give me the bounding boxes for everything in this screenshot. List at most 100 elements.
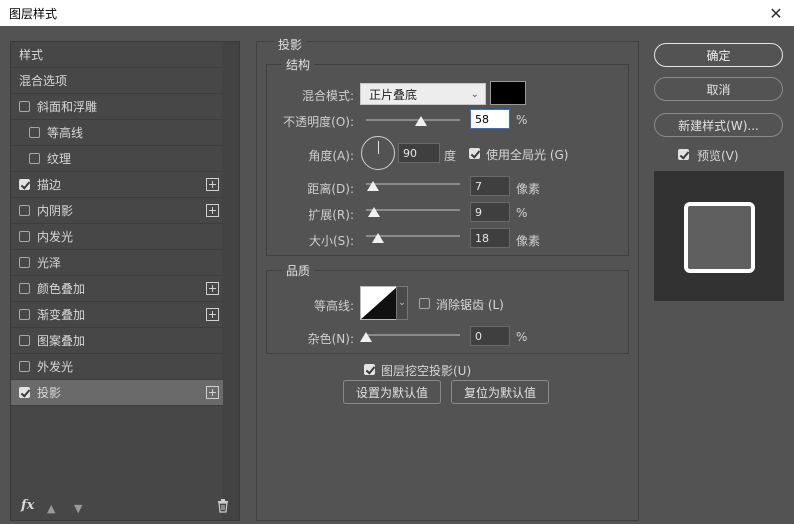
cancel-button[interactable]: 取消 [654,77,783,101]
style-item-checkbox[interactable] [19,361,30,372]
reset-default-button[interactable]: 复位为默认值 [451,380,549,404]
style-item[interactable]: 内阴影 [11,198,223,224]
ok-button[interactable]: 确定 [654,43,783,67]
new-style-button[interactable]: 新建样式(W)... [654,113,783,137]
trash-icon[interactable] [217,499,229,513]
style-item-checkbox[interactable] [19,283,30,294]
size-slider-thumb[interactable] [372,233,384,243]
section-title: 投影 [274,36,307,53]
spread-label: 扩展(R): [308,208,354,222]
global-light-checkbox[interactable] [469,148,480,159]
style-item[interactable]: 描边 [11,172,223,198]
style-item-label: 等高线 [47,126,84,140]
opacity-label: 不透明度(O): [283,115,354,129]
size-unit: 像素 [516,234,541,248]
noise-slider[interactable] [366,334,460,336]
style-item[interactable]: 纹理 [11,146,223,172]
spread-input[interactable]: 9 [470,202,510,222]
preview-label: 预览(V) [697,149,739,163]
style-item[interactable]: 图案叠加 [11,328,223,354]
style-item-label: 样式 [19,48,44,62]
style-item[interactable]: 内发光 [11,224,223,250]
preview-square [684,202,755,273]
style-item-label: 外发光 [37,360,74,374]
knockout-label: 图层挖空投影(U) [381,364,472,378]
opacity-slider-thumb[interactable] [415,116,427,126]
add-style-icon[interactable] [206,204,219,217]
shadow-color-swatch[interactable] [490,81,526,105]
style-item-label: 颜色叠加 [37,282,86,296]
add-style-icon[interactable] [206,282,219,295]
style-item-checkbox[interactable] [29,153,40,164]
style-item-checkbox[interactable] [19,101,30,112]
style-item-checkbox[interactable] [19,387,30,398]
move-down-icon[interactable]: ▼ [74,502,84,515]
noise-slider-thumb[interactable] [360,332,372,342]
style-item-checkbox[interactable] [19,205,30,216]
style-item[interactable]: 外发光 [11,354,223,380]
style-item[interactable]: 样式 [11,42,223,68]
style-list-scrollbar[interactable] [222,42,239,520]
style-item-label: 内阴影 [37,204,74,218]
move-up-icon[interactable]: ▲ [47,502,57,515]
add-style-icon[interactable] [206,386,219,399]
style-item-label: 描边 [37,178,62,192]
style-item[interactable]: 混合选项 [11,68,223,94]
style-item-checkbox[interactable] [19,309,30,320]
opacity-unit: % [516,113,528,127]
spread-slider-thumb[interactable] [368,207,380,217]
style-item-checkbox[interactable] [19,257,30,268]
preview-checkbox[interactable] [678,149,689,160]
blend-mode-label: 混合模式: [301,89,354,103]
spread-unit: % [516,206,528,220]
style-item[interactable]: 颜色叠加 [11,276,223,302]
spread-slider[interactable] [366,209,460,211]
contour-preview[interactable] [360,286,398,320]
style-item-checkbox[interactable] [29,127,40,138]
angle-dial[interactable] [361,136,395,170]
distance-slider[interactable] [366,183,460,185]
noise-input[interactable]: 0 [470,326,510,346]
style-item[interactable]: 投影 [11,380,223,406]
style-item[interactable]: 渐变叠加 [11,302,223,328]
style-item-checkbox[interactable] [19,335,30,346]
global-light-label: 使用全局光 (G) [486,148,569,162]
blend-mode-value: 正片叠底 [369,87,418,102]
quality-title: 品质 [282,262,315,279]
anti-alias-checkbox[interactable] [419,298,430,309]
blend-mode-select[interactable]: 正片叠底 ⌄ [360,83,486,105]
style-item-label: 图案叠加 [37,334,86,348]
distance-unit: 像素 [516,182,541,196]
opacity-slider[interactable] [366,119,460,121]
close-icon[interactable]: ✕ [758,0,794,26]
style-item-checkbox[interactable] [19,179,30,190]
style-item[interactable]: 斜面和浮雕 [11,94,223,120]
contour-dropdown[interactable]: ⌄ [396,286,408,320]
contour-label: 等高线: [313,299,354,313]
style-item-label: 内发光 [37,230,74,244]
style-item-checkbox[interactable] [19,231,30,242]
style-item-label: 光泽 [37,256,62,270]
add-style-icon[interactable] [206,178,219,191]
angle-label: 角度(A): [308,149,354,163]
distance-slider-thumb[interactable] [367,181,379,191]
style-item-label: 渐变叠加 [37,308,86,322]
window-title: 图层样式 [9,7,58,21]
noise-unit: % [516,330,528,344]
size-input[interactable]: 18 [470,228,510,248]
add-style-icon[interactable] [206,308,219,321]
distance-label: 距离(D): [307,182,354,196]
set-default-button[interactable]: 设置为默认值 [343,380,441,404]
title-bar: 图层样式 ✕ [0,0,794,26]
style-item-label: 斜面和浮雕 [37,100,98,114]
style-list-footer: fx ▲ ▼ [11,494,239,520]
anti-alias-label: 消除锯齿 (L) [436,298,504,312]
opacity-input[interactable]: 58 [470,109,510,129]
style-item[interactable]: 光泽 [11,250,223,276]
fx-button[interactable]: fx [21,498,34,513]
distance-input[interactable]: 7 [470,176,510,196]
chevron-down-icon: ⌄ [470,89,479,100]
angle-input[interactable]: 90 [398,143,440,163]
knockout-checkbox[interactable] [364,364,375,375]
style-item[interactable]: 等高线 [11,120,223,146]
